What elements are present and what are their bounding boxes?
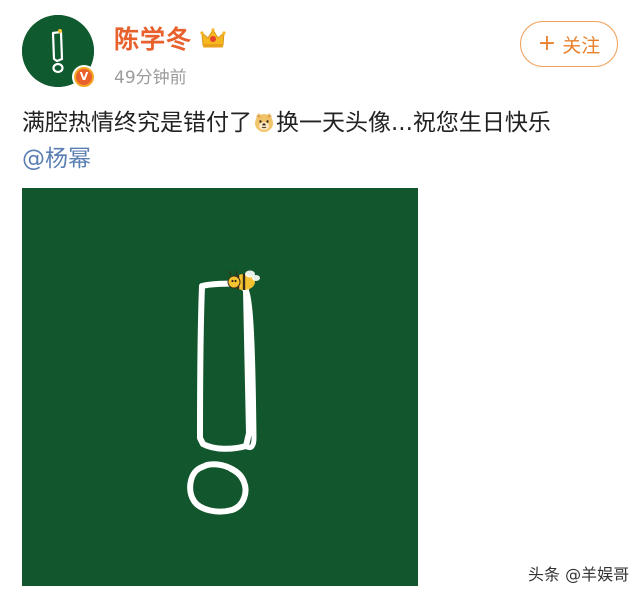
exclamation-mark-graphic bbox=[22, 188, 418, 586]
avatar[interactable]: V bbox=[22, 15, 96, 89]
verified-badge: V bbox=[72, 65, 96, 89]
post-text: 满腔热情终究是错付了 换一天头像...祝您生日快乐 bbox=[22, 106, 627, 140]
follow-button-label: 关注 bbox=[562, 34, 601, 57]
post-text-part-1: 满腔热情终究是错付了 bbox=[22, 110, 252, 136]
crown-icon bbox=[200, 27, 226, 49]
weibo-post: V 陈学冬 49分钟前 + 关注 满腔热情终究是错付了 换一天头像...祝您生日… bbox=[0, 0, 641, 595]
post-timestamp: 49分钟前 bbox=[114, 68, 187, 88]
post-text-part-2: 换一天头像...祝您生日快乐 bbox=[276, 110, 551, 136]
watermark-text: 头条 @羊娱哥 bbox=[528, 565, 630, 584]
mention-link[interactable]: @杨幂 bbox=[22, 142, 91, 176]
plus-icon: + bbox=[537, 31, 557, 56]
follow-button[interactable]: + 关注 bbox=[520, 21, 618, 67]
doge-emoji-icon bbox=[253, 109, 275, 132]
verified-v-icon: V bbox=[76, 69, 92, 85]
username-row: 陈学冬 bbox=[114, 21, 226, 55]
post-image[interactable] bbox=[22, 188, 418, 586]
username[interactable]: 陈学冬 bbox=[114, 20, 192, 56]
